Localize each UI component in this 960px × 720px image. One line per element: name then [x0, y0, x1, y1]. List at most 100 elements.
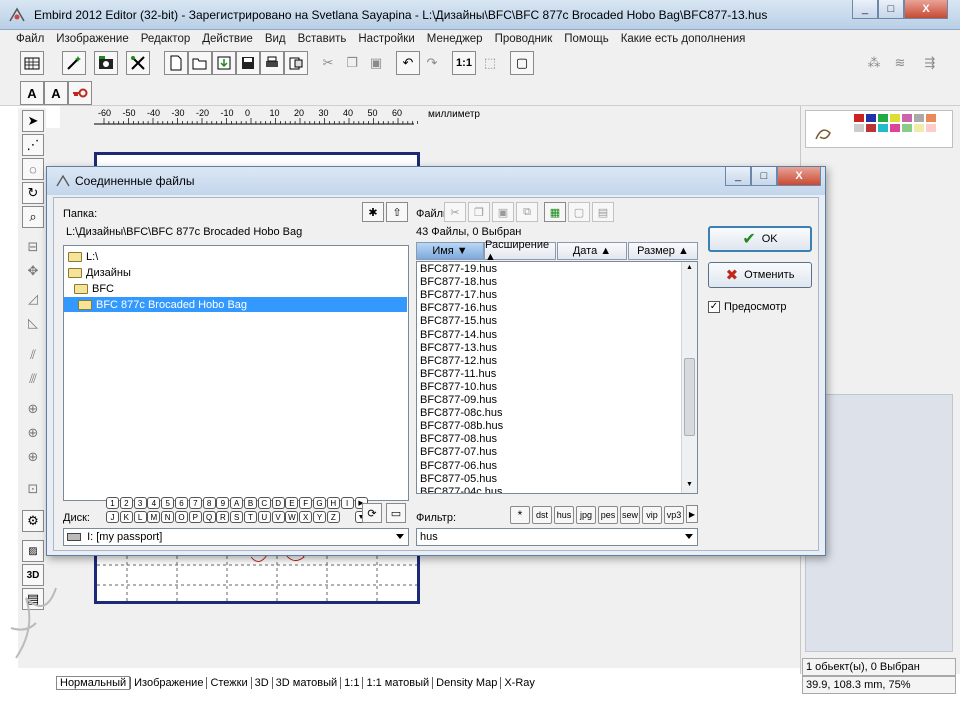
menu-image[interactable]: Изображение — [56, 33, 128, 45]
filter-select[interactable]: hus — [416, 528, 698, 546]
file-row[interactable]: BFC877-04c.hus — [420, 486, 503, 493]
file-paste-button[interactable]: ▣ — [492, 202, 514, 222]
undo-button[interactable]: ↶ — [396, 51, 420, 75]
move-tool-button[interactable]: ✥ — [22, 260, 44, 282]
maximize-button[interactable]: □ — [878, 0, 904, 19]
grid-hoop-button[interactable] — [20, 51, 44, 75]
file-row[interactable]: BFC877-09.hus — [420, 394, 497, 407]
center-v-tool-button[interactable]: ⊕ — [22, 422, 44, 444]
skew-tool-button[interactable]: ⫽ — [22, 344, 44, 366]
tools-button[interactable] — [126, 51, 150, 75]
tab-density-map[interactable]: Density Map — [432, 677, 500, 689]
cut-button[interactable]: ✂ — [316, 51, 340, 75]
color-palette[interactable] — [805, 110, 953, 148]
stitch-sim-button[interactable]: ⚙ — [22, 510, 44, 532]
close-button[interactable]: X — [904, 0, 948, 19]
drive-letter-button[interactable]: 6 — [175, 497, 188, 509]
drive-letter-button[interactable]: 1 — [106, 497, 119, 509]
column-date[interactable]: Дата ▲ — [557, 242, 627, 260]
lasso-tool-button[interactable]: ◌ — [22, 158, 44, 180]
menu-file[interactable]: Файл — [16, 33, 44, 45]
new-button[interactable] — [164, 51, 188, 75]
palette-swatch[interactable] — [890, 114, 900, 122]
drive-letter-button[interactable]: 5 — [161, 497, 175, 509]
file-save-button[interactable]: ▦ — [544, 202, 566, 222]
stop-button[interactable]: ▢ — [510, 51, 534, 75]
center-h-tool-button[interactable]: ⊕ — [22, 446, 44, 468]
redo-button[interactable]: ↷ — [420, 51, 444, 75]
palette-swatch[interactable] — [854, 114, 864, 122]
drive-letter-button[interactable]: I — [340, 497, 354, 509]
palette-swatch[interactable] — [902, 124, 912, 132]
align-tool-button[interactable]: ⊟ — [22, 236, 44, 258]
file-type-button[interactable]: pes — [598, 506, 618, 524]
file-row[interactable]: BFC877-15.hus — [420, 315, 497, 328]
menu-explorer[interactable]: Проводник — [495, 33, 553, 45]
palette-swatch[interactable] — [926, 124, 936, 132]
file-list-scrollbar[interactable]: ▲ ▼ — [681, 262, 697, 493]
wizard-button[interactable] — [62, 51, 86, 75]
drive-letter-button[interactable]: R — [216, 511, 230, 523]
menu-settings[interactable]: Настройки — [358, 33, 414, 45]
file-row[interactable]: BFC877-19.hus — [420, 263, 497, 276]
drive-letter-button[interactable]: F — [299, 497, 313, 509]
mirror-v-tool-button[interactable]: ◺ — [22, 312, 44, 334]
slant-tool-button[interactable]: ⫻ — [22, 368, 44, 390]
file-type-button[interactable]: * — [510, 506, 530, 524]
column-size[interactable]: Размер ▲ — [628, 242, 698, 260]
mirror-h-tool-button[interactable]: ◿ — [22, 288, 44, 310]
node-tool-button[interactable]: ⋰ — [22, 134, 44, 156]
palette-swatch[interactable] — [866, 124, 876, 132]
menu-manager[interactable]: Менеджер — [427, 33, 483, 45]
drive-select[interactable]: I: [my passport] — [63, 528, 409, 546]
menu-help[interactable]: Помощь — [564, 33, 608, 45]
palette-swatch[interactable] — [878, 124, 888, 132]
network-drive-button[interactable]: ▭ — [386, 503, 406, 523]
drive-letter-button[interactable]: X — [299, 511, 313, 523]
tree-item-designs[interactable]: Дизайны — [68, 265, 131, 280]
tab-1-1-matte[interactable]: 1:1 матовый — [362, 677, 432, 689]
palette-swatch[interactable] — [914, 124, 924, 132]
tree-item-drive[interactable]: L:\ — [68, 249, 98, 264]
text-tool-button[interactable]: A — [20, 81, 44, 105]
settings-tool-button[interactable]: ⇶ — [918, 51, 942, 75]
key-tool-button[interactable] — [68, 81, 92, 105]
palette-swatch[interactable] — [866, 114, 876, 122]
drive-letter-button[interactable]: H — [326, 497, 340, 509]
drive-letter-button[interactable]: S — [230, 511, 244, 523]
file-row[interactable]: BFC877-14.hus — [420, 329, 497, 342]
file-row[interactable]: BFC877-06.hus — [420, 460, 497, 473]
file-cut-button[interactable]: ✂ — [444, 202, 466, 222]
palette-swatch[interactable] — [878, 114, 888, 122]
file-row[interactable]: BFC877-08b.hus — [420, 420, 503, 433]
drive-letter-button[interactable]: D — [271, 497, 285, 509]
file-row[interactable]: BFC877-05.hus — [420, 473, 497, 486]
folder-up-button[interactable]: ⇧ — [386, 202, 408, 222]
drive-letter-button[interactable]: N — [161, 511, 175, 523]
drive-letter-button[interactable]: V — [271, 511, 285, 523]
menu-addons[interactable]: Какие есть дополнения — [621, 33, 746, 45]
file-row[interactable]: BFC877-08.hus — [420, 433, 497, 446]
file-type-button[interactable]: hus — [554, 506, 574, 524]
file-row[interactable]: BFC877-12.hus — [420, 355, 497, 368]
save-button[interactable] — [236, 51, 260, 75]
file-rename-button[interactable]: ▤ — [592, 202, 614, 222]
drive-letter-button[interactable]: C — [257, 497, 271, 509]
tab-3d[interactable]: 3D — [250, 677, 272, 689]
scroll-thumb[interactable] — [684, 358, 695, 436]
file-row[interactable]: BFC877-11.hus — [420, 368, 496, 381]
file-row[interactable]: BFC877-18.hus — [420, 276, 497, 289]
dialog-minimize-button[interactable]: _ — [725, 167, 751, 186]
file-delete-button[interactable]: ▢ — [568, 202, 590, 222]
drive-letter-button[interactable]: Q — [202, 511, 216, 523]
preview-checkbox[interactable]: ✓ — [708, 301, 720, 313]
file-copy-button[interactable]: ❐ — [468, 202, 490, 222]
drive-letter-button[interactable]: L — [133, 511, 147, 523]
drive-letter-button[interactable]: J — [106, 511, 119, 523]
tab-3d-matte[interactable]: 3D матовый — [271, 677, 340, 689]
drive-letter-button[interactable]: Y — [313, 511, 326, 523]
open-button[interactable] — [188, 51, 212, 75]
menu-insert[interactable]: Вставить — [298, 33, 347, 45]
select-frame-button[interactable]: ⬚ — [478, 51, 502, 75]
dialog-close-button[interactable]: X — [777, 167, 821, 186]
